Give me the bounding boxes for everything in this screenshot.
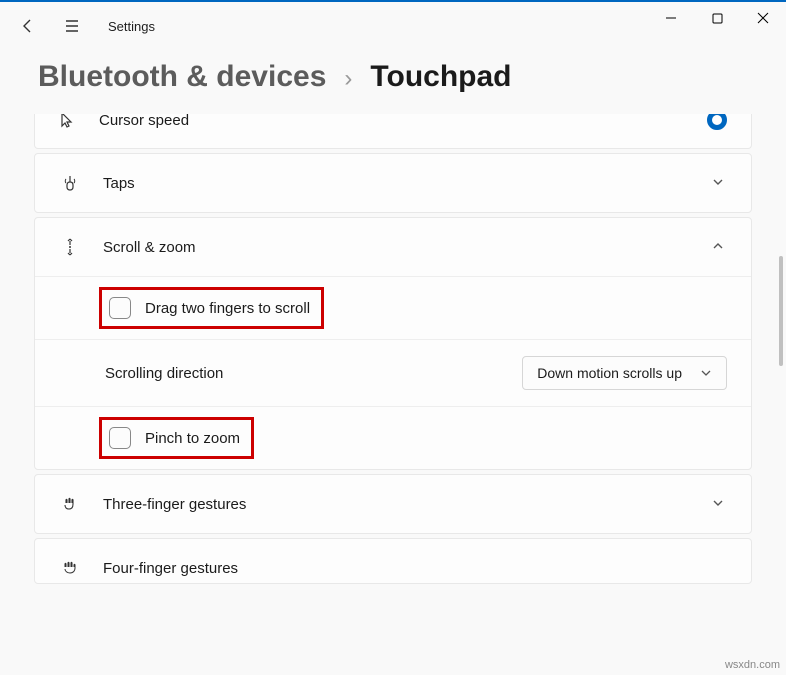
three-finger-card: Three-finger gestures: [34, 474, 752, 534]
drag-two-fingers-label: Drag two fingers to scroll: [145, 300, 310, 317]
close-icon: [757, 12, 769, 24]
tap-icon: [59, 174, 81, 192]
scrolling-direction-value: Down motion scrolls up: [537, 365, 682, 381]
hamburger-icon: [64, 18, 80, 34]
maximize-icon: [712, 13, 723, 24]
scroll-zoom-icon: [59, 238, 81, 256]
scroll-zoom-card: Scroll & zoom Drag two fingers to scroll…: [34, 217, 752, 470]
arrow-left-icon: [20, 18, 36, 34]
scrolling-direction-dropdown[interactable]: Down motion scrolls up: [522, 356, 727, 390]
back-button[interactable]: [8, 6, 48, 46]
scrolling-direction-label: Scrolling direction: [105, 365, 508, 382]
content-area: Cursor speed Taps Scroll & zoom: [0, 114, 786, 674]
scrollbar[interactable]: [779, 256, 783, 366]
scroll-zoom-title: Scroll & zoom: [103, 239, 689, 256]
chevron-down-icon: [700, 367, 712, 379]
four-finger-card: Four-finger gestures: [34, 538, 752, 584]
minimize-icon: [665, 12, 677, 24]
taps-card: Taps: [34, 153, 752, 213]
cursor-speed-slider[interactable]: [707, 114, 727, 130]
chevron-down-icon: [711, 496, 727, 512]
drag-two-fingers-checkbox[interactable]: [109, 297, 131, 319]
four-finger-icon: [59, 559, 81, 577]
taps-header[interactable]: Taps: [35, 154, 751, 212]
scrolling-direction-row: Scrolling direction Down motion scrolls …: [35, 339, 751, 406]
cursor-icon: [59, 114, 77, 129]
breadcrumb-parent[interactable]: Bluetooth & devices: [38, 60, 326, 94]
chevron-down-icon: [711, 175, 727, 191]
taps-title: Taps: [103, 175, 689, 192]
titlebar: Settings: [0, 2, 786, 50]
breadcrumb-current: Touchpad: [370, 60, 511, 94]
four-finger-header[interactable]: Four-finger gestures: [35, 539, 751, 583]
breadcrumb-separator: ›: [344, 65, 352, 93]
scroll-zoom-header[interactable]: Scroll & zoom: [35, 218, 751, 276]
three-finger-header[interactable]: Three-finger gestures: [35, 475, 751, 533]
three-finger-title: Three-finger gestures: [103, 496, 689, 513]
chevron-up-icon: [711, 239, 727, 255]
menu-button[interactable]: [52, 6, 92, 46]
cursor-speed-card: Cursor speed: [34, 114, 752, 149]
pinch-zoom-row: Pinch to zoom: [35, 406, 751, 469]
watermark: wsxdn.com: [725, 659, 780, 671]
pinch-zoom-checkbox[interactable]: [109, 427, 131, 449]
drag-two-fingers-row: Drag two fingers to scroll: [35, 276, 751, 339]
breadcrumb: Bluetooth & devices › Touchpad: [0, 50, 786, 114]
minimize-button[interactable]: [648, 2, 694, 34]
three-finger-icon: [59, 495, 81, 513]
window-controls: [648, 2, 786, 42]
close-button[interactable]: [740, 2, 786, 34]
app-title: Settings: [108, 19, 155, 34]
cursor-speed-title: Cursor speed: [99, 114, 685, 129]
maximize-button[interactable]: [694, 2, 740, 34]
four-finger-title: Four-finger gestures: [103, 560, 727, 577]
pinch-zoom-label: Pinch to zoom: [145, 430, 240, 447]
